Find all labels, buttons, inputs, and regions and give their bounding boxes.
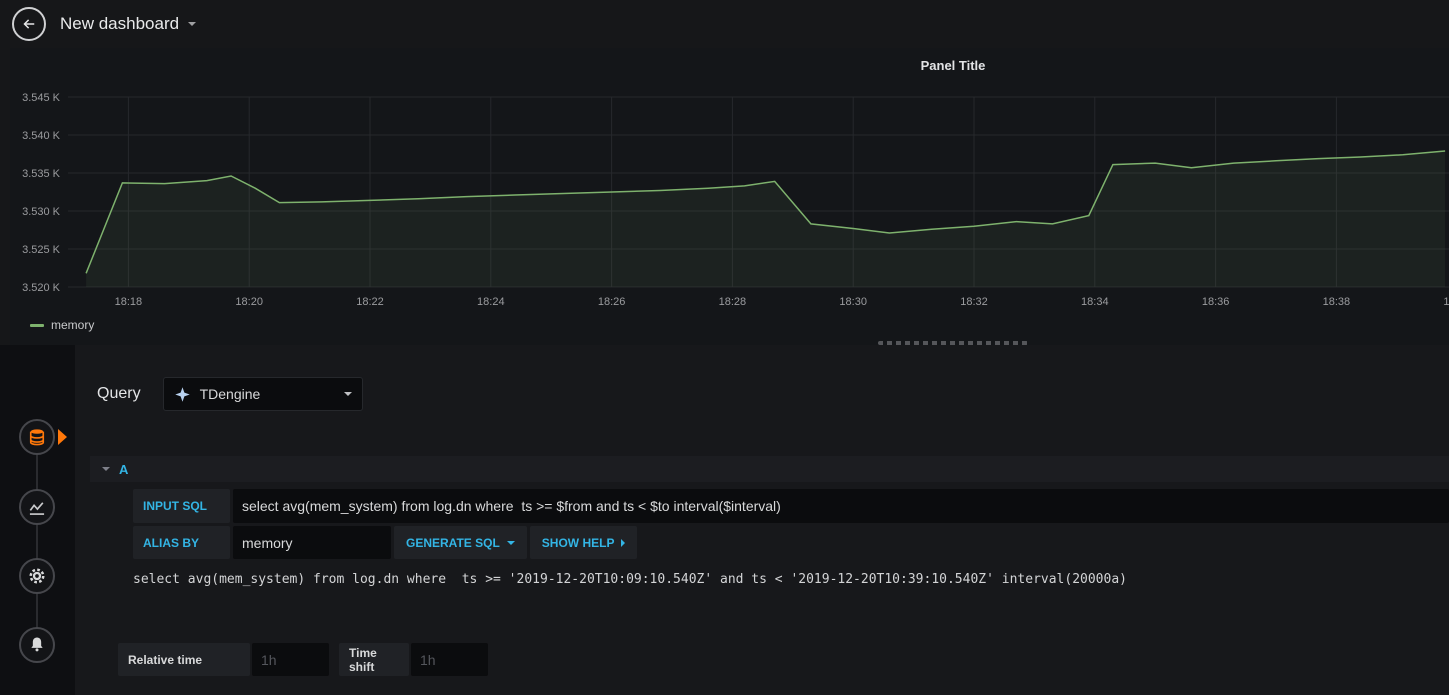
- svg-text:3.520 K: 3.520 K: [22, 282, 61, 294]
- svg-text:18:40: 18:40: [1443, 296, 1449, 308]
- time-options-row: Relative time Time shift: [118, 643, 488, 676]
- tdengine-logo-icon: [174, 386, 190, 402]
- grafana-screen: New dashboard Panel Title 3.520 K 3.525 K…: [0, 0, 1449, 695]
- svg-text:18:28: 18:28: [719, 296, 747, 308]
- alias-by-row: ALIAS BY GENERATE SQL SHOW HELP: [133, 526, 640, 559]
- chart-icon: [29, 502, 45, 515]
- svg-text:18:34: 18:34: [1081, 296, 1109, 308]
- svg-text:18:30: 18:30: [839, 296, 867, 308]
- database-icon: [29, 429, 45, 446]
- tab-general[interactable]: [19, 558, 55, 594]
- svg-text:3.535 K: 3.535 K: [22, 168, 61, 180]
- active-tab-arrow-icon: [58, 429, 67, 445]
- query-section-title: Query: [97, 385, 141, 402]
- svg-text:18:18: 18:18: [115, 296, 143, 308]
- time-shift-group: Time shift: [339, 643, 488, 676]
- query-ref-id: A: [119, 461, 129, 477]
- tab-queries[interactable]: [19, 419, 55, 455]
- gear-icon: [29, 568, 45, 584]
- generated-sql-preview: select avg(mem_system) from log.dn where…: [133, 572, 1127, 587]
- svg-text:18:38: 18:38: [1323, 296, 1351, 308]
- svg-text:3.530 K: 3.530 K: [22, 206, 61, 218]
- caret-down-icon: [506, 540, 515, 545]
- collapse-caret-icon: [102, 467, 110, 471]
- svg-text:18:32: 18:32: [960, 296, 988, 308]
- svg-text:18:22: 18:22: [356, 296, 384, 308]
- query-row-a[interactable]: A: [90, 456, 1449, 482]
- show-help-button[interactable]: SHOW HELP: [529, 526, 638, 559]
- legend: memory: [30, 318, 94, 332]
- caret-right-icon: [621, 538, 626, 547]
- svg-text:18:24: 18:24: [477, 296, 505, 308]
- dashboard-title-button[interactable]: New dashboard: [60, 14, 197, 34]
- query-header: Query TDengine: [97, 377, 363, 411]
- svg-text:3.525 K: 3.525 K: [22, 244, 61, 256]
- legend-color-memory: [30, 323, 44, 327]
- memory-chart[interactable]: 3.520 K 3.525 K 3.530 K 3.535 K 3.540 K 3.545…: [10, 48, 1449, 312]
- datasource-picker[interactable]: TDengine: [162, 377, 363, 411]
- alias-by-field[interactable]: [233, 526, 391, 559]
- relative-time-label: Relative time: [118, 643, 250, 676]
- svg-text:3.545 K: 3.545 K: [22, 92, 61, 104]
- generate-sql-label: GENERATE SQL: [406, 535, 500, 550]
- bell-icon: [31, 637, 43, 652]
- relative-time-input[interactable]: [252, 643, 329, 676]
- back-button[interactable]: [12, 7, 46, 41]
- time-shift-label: Time shift: [339, 643, 409, 676]
- time-shift-input[interactable]: [411, 643, 488, 676]
- top-bar: New dashboard: [0, 0, 1449, 48]
- tab-connector-line: [36, 437, 38, 645]
- caret-down-icon: [188, 22, 197, 26]
- graph-panel: Panel Title 3.520 K 3.525 K 3.530 K 3.535 K…: [10, 48, 1449, 345]
- dashboard-title: New dashboard: [60, 14, 180, 33]
- caret-down-icon: [343, 392, 352, 396]
- relative-time-group: Relative time: [118, 643, 329, 676]
- svg-text:18:26: 18:26: [598, 296, 626, 308]
- svg-text:18:36: 18:36: [1202, 296, 1230, 308]
- arrow-left-icon: [23, 19, 35, 29]
- input-sql-label: INPUT SQL: [133, 489, 230, 523]
- show-help-label: SHOW HELP: [541, 535, 615, 550]
- input-sql-row: INPUT SQL: [133, 489, 1449, 523]
- legend-label-memory[interactable]: memory: [51, 318, 94, 332]
- alias-by-label: ALIAS BY: [133, 526, 230, 559]
- generate-sql-button[interactable]: GENERATE SQL: [394, 526, 527, 559]
- datasource-name: TDengine: [199, 386, 261, 402]
- svg-text:18:20: 18:20: [235, 296, 263, 308]
- tab-visualization[interactable]: [19, 489, 55, 525]
- input-sql-field[interactable]: [233, 489, 1449, 523]
- tab-alert[interactable]: [19, 627, 55, 663]
- svg-text:3.540 K: 3.540 K: [22, 130, 61, 142]
